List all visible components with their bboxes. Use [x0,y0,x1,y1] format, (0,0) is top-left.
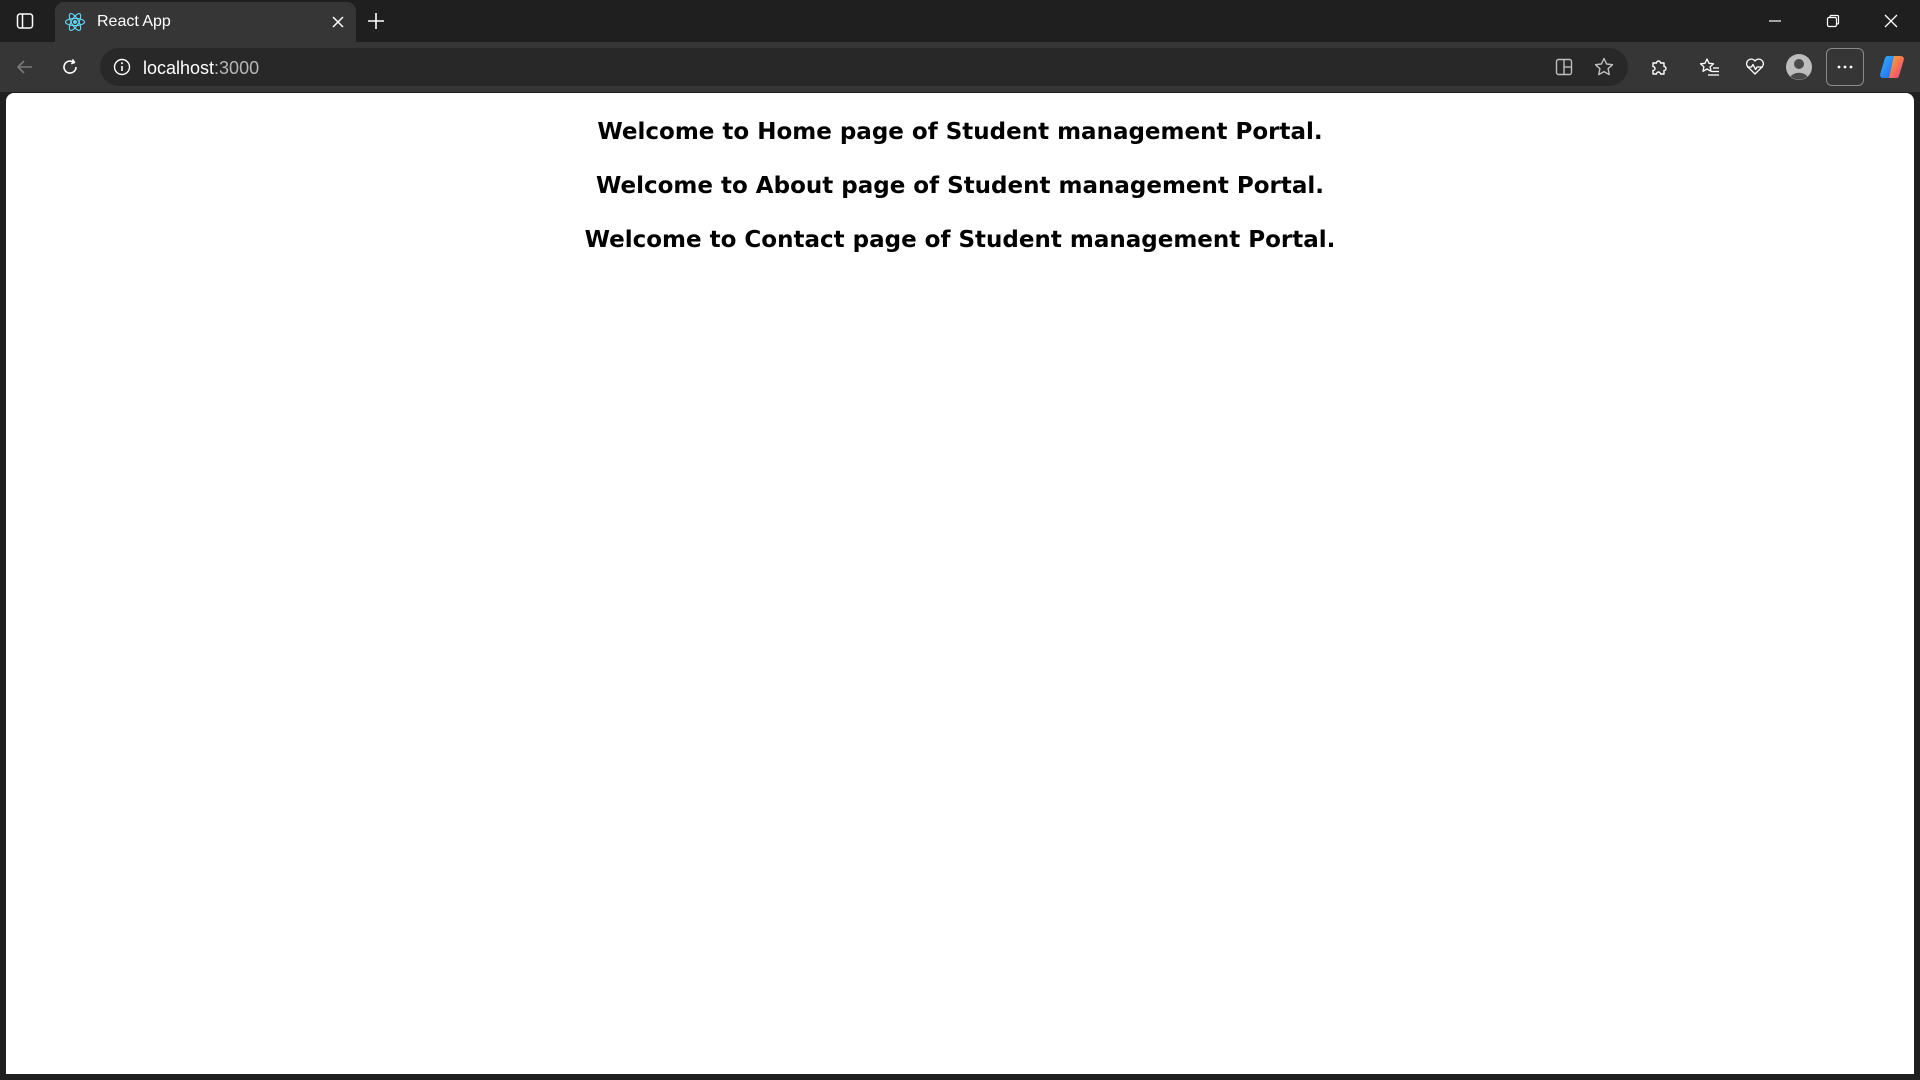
close-tab-button[interactable] [326,10,350,34]
plus-icon [368,13,384,29]
avatar-icon [1786,54,1812,80]
react-logo-icon [64,13,86,31]
address-bar[interactable]: localhost:3000 [100,48,1628,86]
more-icon [1837,65,1853,69]
copilot-icon [1880,56,1904,78]
tab-title: React App [97,13,171,30]
browser-toolbar: localhost:3000 [0,42,1920,92]
about-heading: Welcome to About page of Student managem… [595,173,1325,199]
puzzle-icon [1652,60,1667,75]
tab-react-app[interactable]: React App [55,2,356,42]
extensions-button[interactable] [1641,49,1677,85]
favorites-button[interactable] [1692,49,1728,85]
browser-essentials-button[interactable] [1737,49,1773,85]
new-tab-button[interactable] [361,6,391,36]
close-window-button[interactable] [1862,0,1920,42]
restore-icon [1826,14,1840,28]
back-button[interactable] [7,49,43,85]
close-icon [332,16,344,28]
arrow-left-icon [17,60,32,74]
minimize-icon [1769,20,1781,22]
reload-button[interactable] [52,49,88,85]
browser-window: React App localhost:3000 Welcome to Home… [0,0,1920,1080]
url-port: :3000 [214,58,260,78]
minimize-button[interactable] [1746,0,1804,42]
favorites-icon [1699,58,1719,76]
info-icon[interactable] [112,57,132,77]
reload-icon [63,59,77,74]
split-screen-button[interactable] [1550,53,1578,81]
page-viewport: Welcome to Home page of Student manageme… [6,93,1914,1074]
add-favorite-button[interactable] [1590,53,1618,81]
close-icon [1884,14,1898,28]
restore-button[interactable] [1804,0,1862,42]
copilot-button[interactable] [1874,49,1910,85]
contact-heading: Welcome to Contact page of Student manag… [584,227,1336,253]
more-button[interactable] [1826,48,1864,86]
profile-button[interactable] [1781,49,1817,85]
page-content: Welcome to Home page of Student manageme… [6,93,1914,255]
heart-pulse-icon [1745,58,1765,75]
url-host: localhost [143,58,215,78]
url-text[interactable]: localhost:3000 [143,58,259,79]
split-screen-icon [1555,58,1573,76]
home-heading: Welcome to Home page of Student manageme… [597,119,1323,145]
star-icon [1594,57,1614,76]
tab-actions-icon [16,13,34,29]
tab-actions-button[interactable] [10,6,40,36]
tab-strip: React App [0,0,1920,42]
